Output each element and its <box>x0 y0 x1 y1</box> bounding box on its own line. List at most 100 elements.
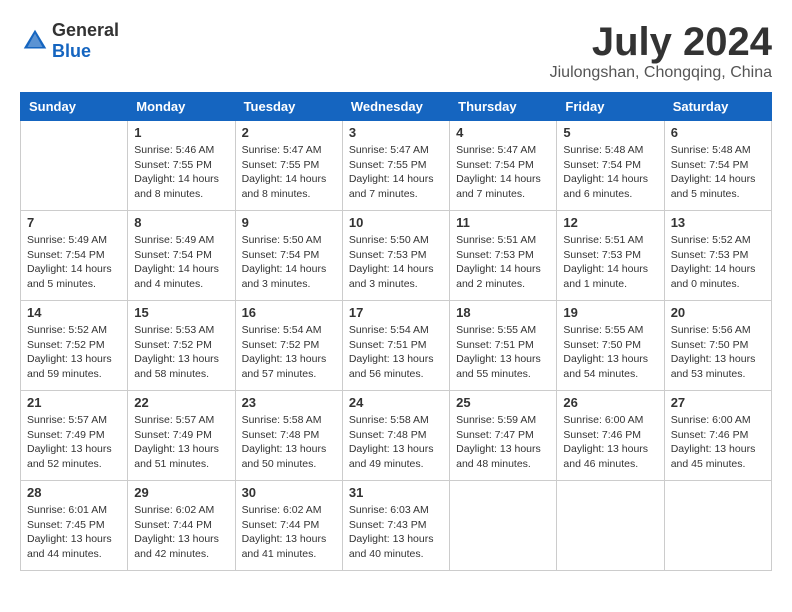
day-number: 8 <box>134 215 228 230</box>
week-row: 21 Sunrise: 5:57 AM Sunset: 7:49 PM Dayli… <box>21 391 772 481</box>
day-number: 15 <box>134 305 228 320</box>
calendar-cell: 16 Sunrise: 5:54 AM Sunset: 7:52 PM Dayli… <box>235 301 342 391</box>
day-number: 12 <box>563 215 657 230</box>
calendar-cell: 10Sunrise: 5:50 AM Sunset: 7:53 PM Dayli… <box>342 211 449 301</box>
weekday-header: Saturday <box>664 93 771 121</box>
calendar-cell: 15 Sunrise: 5:53 AM Sunset: 7:52 PM Dayli… <box>128 301 235 391</box>
cell-data: Sunrise: 5:59 AM Sunset: 7:47 PM Dayligh… <box>456 413 550 472</box>
cell-data: Sunrise: 6:03 AM Sunset: 7:43 PM Dayligh… <box>349 503 443 562</box>
day-number: 29 <box>134 485 228 500</box>
day-number: 5 <box>563 125 657 140</box>
calendar-cell: 25 Sunrise: 5:59 AM Sunset: 7:47 PM Dayli… <box>450 391 557 481</box>
day-number: 28 <box>27 485 121 500</box>
cell-data: Sunrise: 5:54 AM Sunset: 7:51 PM Dayligh… <box>349 323 443 382</box>
calendar-table: SundayMondayTuesdayWednesdayThursdayFrid… <box>20 92 772 571</box>
day-number: 31 <box>349 485 443 500</box>
calendar-cell: 27Sunrise: 6:00 AM Sunset: 7:46 PM Dayli… <box>664 391 771 481</box>
week-row: 1Sunrise: 5:46 AM Sunset: 7:55 PM Daylig… <box>21 121 772 211</box>
calendar-cell: 5 Sunrise: 5:48 AM Sunset: 7:54 PM Daylig… <box>557 121 664 211</box>
day-number: 4 <box>456 125 550 140</box>
cell-data: Sunrise: 5:55 AM Sunset: 7:51 PM Dayligh… <box>456 323 550 382</box>
day-number: 2 <box>242 125 336 140</box>
calendar-cell: 2 Sunrise: 5:47 AM Sunset: 7:55 PM Daylig… <box>235 121 342 211</box>
day-number: 20 <box>671 305 765 320</box>
week-row: 14Sunrise: 5:52 AM Sunset: 7:52 PM Dayli… <box>21 301 772 391</box>
day-number: 16 <box>242 305 336 320</box>
calendar-cell: 14Sunrise: 5:52 AM Sunset: 7:52 PM Dayli… <box>21 301 128 391</box>
month-title: July 2024 <box>550 20 772 64</box>
day-number: 17 <box>349 305 443 320</box>
weekday-header: Sunday <box>21 93 128 121</box>
cell-data: Sunrise: 5:47 AM Sunset: 7:55 PM Dayligh… <box>349 143 443 202</box>
day-number: 22 <box>134 395 228 410</box>
cell-data: Sunrise: 5:56 AM Sunset: 7:50 PM Dayligh… <box>671 323 765 382</box>
calendar-cell: 13 Sunrise: 5:52 AM Sunset: 7:53 PM Dayli… <box>664 211 771 301</box>
calendar-cell: 4Sunrise: 5:47 AM Sunset: 7:54 PM Daylig… <box>450 121 557 211</box>
day-number: 24 <box>349 395 443 410</box>
calendar-cell: 6 Sunrise: 5:48 AM Sunset: 7:54 PM Daylig… <box>664 121 771 211</box>
calendar-cell: 17 Sunrise: 5:54 AM Sunset: 7:51 PM Dayli… <box>342 301 449 391</box>
cell-data: Sunrise: 5:57 AM Sunset: 7:49 PM Dayligh… <box>27 413 121 472</box>
calendar-cell: 23 Sunrise: 5:58 AM Sunset: 7:48 PM Dayli… <box>235 391 342 481</box>
calendar-cell: 31 Sunrise: 6:03 AM Sunset: 7:43 PM Dayli… <box>342 481 449 571</box>
cell-data: Sunrise: 5:54 AM Sunset: 7:52 PM Dayligh… <box>242 323 336 382</box>
weekday-header: Thursday <box>450 93 557 121</box>
cell-data: Sunrise: 5:49 AM Sunset: 7:54 PM Dayligh… <box>27 233 121 292</box>
day-number: 23 <box>242 395 336 410</box>
calendar-cell: 8Sunrise: 5:49 AM Sunset: 7:54 PM Daylig… <box>128 211 235 301</box>
cell-data: Sunrise: 5:48 AM Sunset: 7:54 PM Dayligh… <box>671 143 765 202</box>
calendar-cell <box>21 121 128 211</box>
logo-general-text: General <box>52 20 119 40</box>
cell-data: Sunrise: 5:58 AM Sunset: 7:48 PM Dayligh… <box>242 413 336 472</box>
calendar-cell: 26Sunrise: 6:00 AM Sunset: 7:46 PM Dayli… <box>557 391 664 481</box>
weekday-header: Friday <box>557 93 664 121</box>
weekday-header-row: SundayMondayTuesdayWednesdayThursdayFrid… <box>21 93 772 121</box>
cell-data: Sunrise: 5:51 AM Sunset: 7:53 PM Dayligh… <box>456 233 550 292</box>
calendar-cell <box>450 481 557 571</box>
day-number: 6 <box>671 125 765 140</box>
calendar-cell: 9 Sunrise: 5:50 AM Sunset: 7:54 PM Daylig… <box>235 211 342 301</box>
calendar-cell: 24Sunrise: 5:58 AM Sunset: 7:48 PM Dayli… <box>342 391 449 481</box>
cell-data: Sunrise: 5:50 AM Sunset: 7:54 PM Dayligh… <box>242 233 336 292</box>
cell-data: Sunrise: 6:00 AM Sunset: 7:46 PM Dayligh… <box>671 413 765 472</box>
calendar-cell: 21 Sunrise: 5:57 AM Sunset: 7:49 PM Dayli… <box>21 391 128 481</box>
day-number: 14 <box>27 305 121 320</box>
week-row: 28 Sunrise: 6:01 AM Sunset: 7:45 PM Dayli… <box>21 481 772 571</box>
cell-data: Sunrise: 6:01 AM Sunset: 7:45 PM Dayligh… <box>27 503 121 562</box>
cell-data: Sunrise: 5:57 AM Sunset: 7:49 PM Dayligh… <box>134 413 228 472</box>
title-area: July 2024 Jiulongshan, Chongqing, China <box>550 20 772 82</box>
cell-data: Sunrise: 5:52 AM Sunset: 7:53 PM Dayligh… <box>671 233 765 292</box>
calendar-cell: 29 Sunrise: 6:02 AM Sunset: 7:44 PM Dayli… <box>128 481 235 571</box>
cell-data: Sunrise: 5:48 AM Sunset: 7:54 PM Dayligh… <box>563 143 657 202</box>
calendar-cell: 11 Sunrise: 5:51 AM Sunset: 7:53 PM Dayli… <box>450 211 557 301</box>
calendar-cell: 22 Sunrise: 5:57 AM Sunset: 7:49 PM Dayli… <box>128 391 235 481</box>
weekday-header: Monday <box>128 93 235 121</box>
calendar-cell: 30Sunrise: 6:02 AM Sunset: 7:44 PM Dayli… <box>235 481 342 571</box>
calendar-cell: 12 Sunrise: 5:51 AM Sunset: 7:53 PM Dayli… <box>557 211 664 301</box>
day-number: 18 <box>456 305 550 320</box>
day-number: 13 <box>671 215 765 230</box>
day-number: 11 <box>456 215 550 230</box>
day-number: 25 <box>456 395 550 410</box>
cell-data: Sunrise: 5:51 AM Sunset: 7:53 PM Dayligh… <box>563 233 657 292</box>
calendar-cell: 7 Sunrise: 5:49 AM Sunset: 7:54 PM Daylig… <box>21 211 128 301</box>
location-text: Jiulongshan, Chongqing, China <box>550 64 772 82</box>
calendar-cell: 20 Sunrise: 5:56 AM Sunset: 7:50 PM Dayli… <box>664 301 771 391</box>
week-row: 7 Sunrise: 5:49 AM Sunset: 7:54 PM Daylig… <box>21 211 772 301</box>
calendar-cell: 3 Sunrise: 5:47 AM Sunset: 7:55 PM Daylig… <box>342 121 449 211</box>
day-number: 1 <box>134 125 228 140</box>
day-number: 3 <box>349 125 443 140</box>
logo-icon <box>20 26 50 56</box>
calendar-cell: 18 Sunrise: 5:55 AM Sunset: 7:51 PM Dayli… <box>450 301 557 391</box>
day-number: 7 <box>27 215 121 230</box>
cell-data: Sunrise: 5:47 AM Sunset: 7:55 PM Dayligh… <box>242 143 336 202</box>
day-number: 21 <box>27 395 121 410</box>
cell-data: Sunrise: 6:00 AM Sunset: 7:46 PM Dayligh… <box>563 413 657 472</box>
logo: General Blue <box>20 20 119 62</box>
day-number: 9 <box>242 215 336 230</box>
logo-blue-text: Blue <box>52 41 91 61</box>
calendar-cell <box>664 481 771 571</box>
cell-data: Sunrise: 6:02 AM Sunset: 7:44 PM Dayligh… <box>134 503 228 562</box>
cell-data: Sunrise: 5:50 AM Sunset: 7:53 PM Dayligh… <box>349 233 443 292</box>
cell-data: Sunrise: 5:53 AM Sunset: 7:52 PM Dayligh… <box>134 323 228 382</box>
